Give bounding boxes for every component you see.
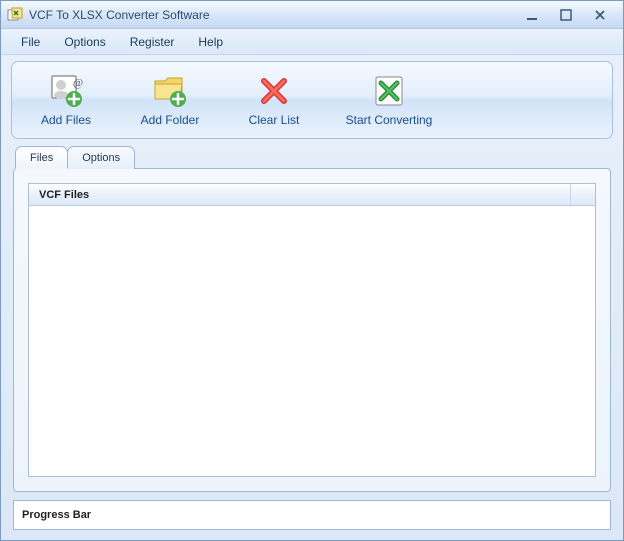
add-folder-icon [152,73,188,109]
column-header-vcf-files[interactable]: VCF Files [29,184,571,205]
window-title: VCF To XLSX Converter Software [29,8,521,22]
maximize-button[interactable] [555,6,577,24]
clear-list-icon [256,73,292,109]
tab-bar: Files Options [1,145,623,168]
tab-options[interactable]: Options [67,146,135,169]
menu-help[interactable]: Help [188,31,233,53]
start-converting-icon [371,73,407,109]
start-converting-button[interactable]: Start Converting [334,68,444,132]
menubar: File Options Register Help [1,29,623,55]
titlebar: VCF To XLSX Converter Software [1,1,623,29]
close-icon [594,9,606,21]
add-files-icon: @ [48,73,84,109]
column-header-row: VCF Files [29,184,595,206]
column-header-spacer [571,184,595,205]
file-list-body[interactable] [29,206,595,476]
menu-file[interactable]: File [11,31,50,53]
add-folder-button[interactable]: Add Folder [126,68,214,132]
progress-panel: Progress Bar [13,500,611,530]
tab-files[interactable]: Files [15,146,68,169]
progress-label: Progress Bar [22,509,91,521]
close-button[interactable] [589,6,611,24]
maximize-icon [560,9,572,21]
file-list[interactable]: VCF Files [28,183,596,477]
app-icon [7,7,23,23]
minimize-icon [526,9,538,21]
toolbar: @ Add Files Add Folder [11,61,613,139]
menu-options[interactable]: Options [54,31,115,53]
clear-list-label: Clear List [249,113,300,127]
minimize-button[interactable] [521,6,543,24]
add-files-label: Add Files [41,113,91,127]
add-folder-label: Add Folder [141,113,200,127]
start-converting-label: Start Converting [346,113,433,127]
add-files-button[interactable]: @ Add Files [22,68,110,132]
menu-register[interactable]: Register [120,31,185,53]
clear-list-button[interactable]: Clear List [230,68,318,132]
tab-content-files: VCF Files [13,168,611,492]
window-controls [521,6,617,24]
svg-text:@: @ [73,77,83,89]
app-window: VCF To XLSX Converter Software File Opti… [0,0,624,541]
